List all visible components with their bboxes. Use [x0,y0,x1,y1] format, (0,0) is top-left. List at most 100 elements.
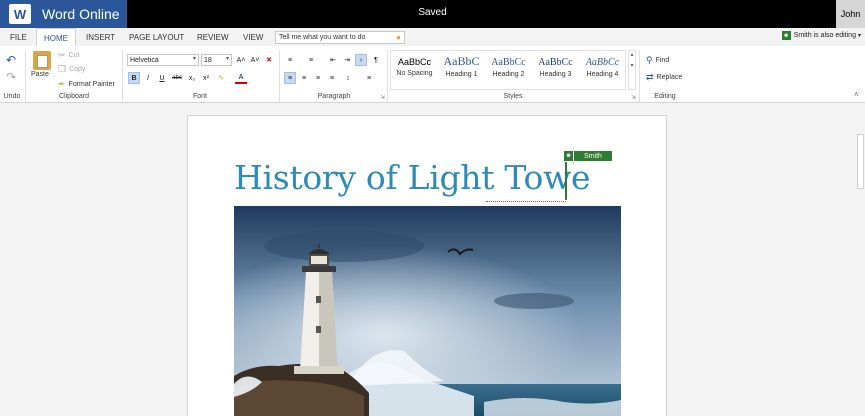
scroll-thumb[interactable] [857,134,864,189]
paste-button[interactable]: Paste [31,71,49,78]
chevron-down-icon: ▾ [192,56,196,62]
ribbon-tabs: FILE HOME INSERT PAGE LAYOUT REVIEW VIEW… [0,28,865,47]
replace-label: Replace [656,74,683,81]
styles-label: Styles [503,93,523,100]
underline-button[interactable]: U [156,72,168,84]
styles-scroll[interactable]: ▴ ▾ [628,50,636,90]
line-spacing-icon[interactable]: ↕ [342,72,354,84]
font-size-value: 18 [204,56,212,64]
spelling-squiggle [486,199,566,202]
replace-button[interactable]: ⇄ Replace [646,72,682,83]
strikethrough-button[interactable]: abc [171,72,183,84]
style-preview: AaBbCc [491,57,526,68]
tab-review[interactable]: REVIEW [190,28,236,46]
style-preview: AaBbCc [585,57,620,68]
clear-formatting-icon[interactable]: ✖ [263,54,275,66]
style-name: Heading 1 [445,71,478,78]
grow-font-button[interactable]: A˄ [235,54,247,66]
style-preview: AaBbC [443,54,480,68]
find-button[interactable]: ⚲ Find [646,55,669,66]
redo-icon[interactable]: ↷ [6,70,16,84]
chevron-up-icon: ▴ [630,52,634,58]
highlighter-icon[interactable]: ✎ [215,72,227,84]
style-no-spacing[interactable]: AaBbCc No Spacing [391,51,438,89]
style-name: Heading 2 [492,71,525,78]
collaborator-tag: ☻ Smith [564,151,612,161]
pilcrow-icon[interactable]: ¶ [370,54,382,66]
superscript-button[interactable]: x² [200,72,212,84]
font-family-select[interactable]: Helvetica ▾ [127,54,199,66]
find-label: Find [655,57,670,64]
chevron-down-icon: ▾ [225,56,229,62]
ltr-icon[interactable]: › [355,54,367,66]
chevron-down-icon: ▾ [630,63,634,69]
tab-home[interactable]: HOME [36,28,76,47]
copy-label: Copy [69,66,86,73]
bold-button[interactable]: B [128,72,140,84]
lighthouse-image[interactable] [234,206,621,416]
undo-icon[interactable]: ↶ [6,53,16,67]
app-brand[interactable]: W Word Online [0,0,127,28]
coauthor-indicator[interactable]: ☻ Smith is also editing ▾ [781,31,861,40]
paragraph-label: Paragraph [317,93,351,100]
style-heading-1[interactable]: AaBbC Heading 1 [438,51,485,89]
copy-button[interactable]: ❐ Copy [58,64,85,75]
format-painter-button[interactable]: ✒ Format Painter [58,79,115,90]
user-account-button[interactable]: John [836,0,865,28]
styles-gallery: AaBbCc No Spacing AaBbC Heading 1 AaBbCc… [390,50,626,90]
increase-indent-icon[interactable]: ⇥ [341,54,353,66]
style-preview: AaBbCc [397,57,432,67]
align-right-icon[interactable]: ≡ [312,72,324,84]
lightbulb-icon: ● [396,33,401,42]
vertical-scrollbar[interactable] [856,104,865,416]
cut-button[interactable]: ✂ Cut [58,50,79,61]
tab-page-layout[interactable]: PAGE LAYOUT [122,28,191,46]
bullets-icon[interactable]: ≡ [284,54,296,66]
style-heading-4[interactable]: AaBbCc Heading 4 [579,51,626,89]
scissors-icon: ✂ [58,50,66,60]
word-logo-icon: W [9,4,31,24]
align-left-icon[interactable]: ≡ [284,72,296,84]
style-heading-2[interactable]: AaBbCc Heading 2 [485,51,532,89]
divider [25,50,26,102]
title-bar: W Word Online Saved John [0,0,865,28]
divider [387,50,388,102]
shrink-font-button[interactable]: A˅ [249,54,261,66]
style-heading-3[interactable]: AaBbCc Heading 3 [532,51,579,89]
paragraph-spacing-icon[interactable]: ≡ [363,72,375,84]
paste-icon[interactable] [33,51,51,70]
divider [639,50,640,102]
divider [122,50,123,102]
tell-me-placeholder: Tell me what you want to do [279,34,366,41]
font-color-button[interactable]: A [235,72,247,84]
save-status: Saved [418,7,447,18]
font-size-select[interactable]: 18 ▾ [201,54,232,66]
tab-file[interactable]: FILE [3,28,34,46]
document-title[interactable]: History of Light Towe [234,158,591,197]
clipboard-label: Clipboard [59,93,89,100]
tab-insert[interactable]: INSERT [79,28,122,46]
numbering-icon[interactable]: ≡ [305,54,317,66]
font-family-value: Helvetica [130,56,159,64]
italic-button[interactable]: I [142,72,154,84]
document-page[interactable]: History of Light Towe ☻ Smith [187,115,667,416]
style-name: No Spacing [396,70,433,77]
dialog-launcher-icon[interactable]: ⇲ [631,94,636,101]
app-name: Word Online [42,6,120,22]
justify-icon[interactable]: ≡ [326,72,338,84]
collapse-ribbon-icon[interactable]: ˄ [854,90,859,99]
align-center-icon[interactable]: ≡ [298,72,310,84]
format-painter-label: Format Painter [68,81,115,88]
tab-view[interactable]: VIEW [236,28,270,46]
collaborator-cursor [565,162,567,200]
replace-icon: ⇄ [646,72,654,82]
decrease-indent-icon[interactable]: ⇤ [327,54,339,66]
copy-icon: ❐ [58,64,67,74]
tell-me-search[interactable]: Tell me what you want to do ● [275,31,405,44]
search-icon: ⚲ [646,55,653,65]
collaborator-name: Smith [574,151,612,161]
editing-label: Editing [654,93,676,100]
dialog-launcher-icon[interactable]: ⇲ [380,94,385,101]
paintbrush-icon: ✒ [58,79,66,89]
subscript-button[interactable]: x₂ [186,72,198,84]
